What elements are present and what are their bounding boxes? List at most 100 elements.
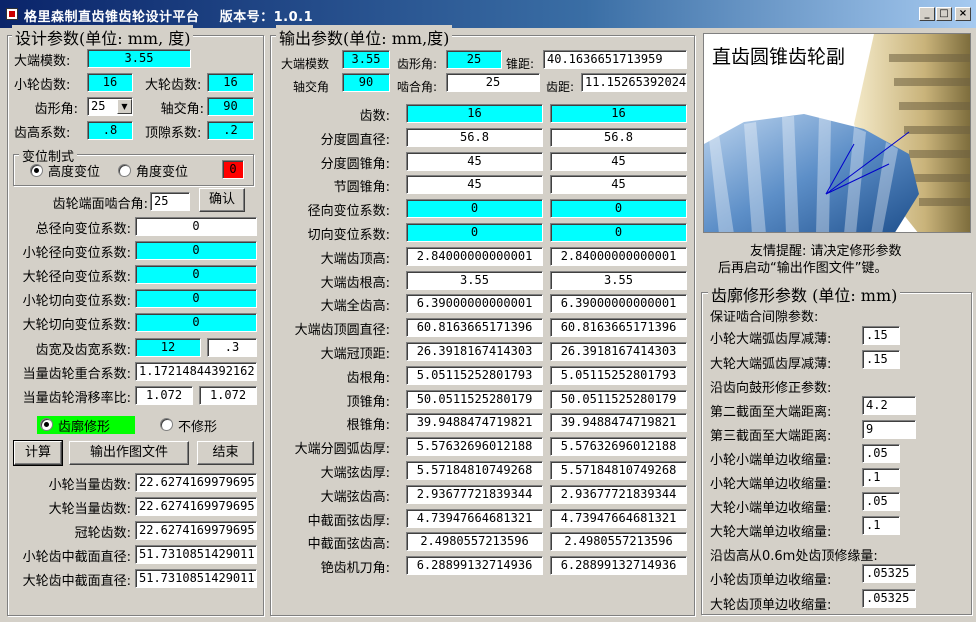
output-value-gear: 2.93677721839344 <box>550 484 687 504</box>
radio-no-modify[interactable] <box>160 418 173 431</box>
output-value-pinion: 45 <box>406 151 543 171</box>
output-value-gear: 0 <box>550 199 687 219</box>
output-value-gear: 60.8163665171396 <box>550 318 687 338</box>
radio-modify[interactable] <box>40 418 53 431</box>
out-module-value: 3.55 <box>342 50 390 69</box>
output-value-pinion: 5.57632696012188 <box>406 437 543 457</box>
main-window: 格里森制直齿锥齿轮设计平台 版本号：1.0.1 _ □ × 设计参数(单位: m… <box>0 0 976 622</box>
total-x-label: 总径向变位系数: <box>35 222 131 237</box>
confirm-button[interactable]: 确认 <box>199 188 245 212</box>
zv2-value: 22.6274169979695 <box>135 497 257 516</box>
slip-label: 当量齿轮滑移率比: <box>22 391 131 406</box>
r5-label: 小轮小端单边收缩量: <box>710 453 832 468</box>
total-x-input[interactable]: 0 <box>135 217 257 236</box>
output-value-pinion: 56.8 <box>406 127 543 147</box>
xt2-input[interactable]: 0 <box>135 313 257 332</box>
export-button[interactable]: 输出作图文件 <box>69 441 189 465</box>
hint-line2: 后再启动“输出作图文件”键。 <box>718 261 888 276</box>
section2-label: 沿齿向鼓形修正参数: <box>710 381 832 396</box>
d1m-value: 51.7310851429011 <box>135 545 257 564</box>
face-angle-input[interactable]: 25 <box>150 192 190 211</box>
output-row-label: 大端齿顶高: <box>320 251 390 267</box>
ha-input[interactable]: .8 <box>87 121 133 140</box>
sigma-input[interactable]: 90 <box>207 97 254 116</box>
out-sigma-value: 90 <box>342 73 390 92</box>
eps-label: 当量齿轮重合系数: <box>22 367 131 382</box>
output-row-label: 根锥角: <box>346 418 390 434</box>
width-coef-input[interactable]: .3 <box>207 338 257 357</box>
x2-input[interactable]: 0 <box>135 265 257 284</box>
eps-value: 1.17214844392162 <box>135 362 257 381</box>
output-value-gear: 56.8 <box>550 127 687 147</box>
d2m-value: 51.7310851429011 <box>135 569 257 588</box>
out-module-label: 大端模数 <box>281 57 330 71</box>
maximize-button[interactable]: □ <box>936 7 952 21</box>
r1-input[interactable]: .15 <box>862 326 900 345</box>
shift-radio-angle[interactable] <box>118 164 131 177</box>
r3-input[interactable]: 4.2 <box>862 396 916 415</box>
chevron-down-icon[interactable]: ▼ <box>117 99 132 114</box>
output-row-label: 铯齿机刀角: <box>320 561 390 577</box>
z2-input[interactable]: 16 <box>207 73 254 92</box>
output-params-title: 输出参数(单位: mm,度) <box>276 25 453 49</box>
app-icon <box>6 8 18 20</box>
output-row-label: 径向变位系数: <box>307 204 390 220</box>
out-pitch-value: 11.15265392024 <box>581 73 687 92</box>
out-alpha-value: 25 <box>446 50 502 69</box>
r9-input[interactable]: .05325 <box>862 564 916 583</box>
calculate-button[interactable]: 计算 <box>13 440 63 466</box>
d2m-label: 大轮齿中截面直径: <box>22 574 131 589</box>
width-label: 齿宽及齿宽系数: <box>35 343 131 358</box>
xt1-input[interactable]: 0 <box>135 289 257 308</box>
r8-input[interactable]: .1 <box>862 516 900 535</box>
output-value-gear: 39.9488474719821 <box>550 413 687 433</box>
output-value-gear: 2.84000000000001 <box>550 246 687 266</box>
output-value-gear: 4.73947664681321 <box>550 508 687 528</box>
r10-label: 大轮齿顶单边收缩量: <box>710 598 832 613</box>
r9-label: 小轮齿顶单边收缩量: <box>710 573 832 588</box>
output-row-label: 大端全齿高: <box>320 299 390 315</box>
z1-label: 小轮齿数: <box>14 78 71 93</box>
output-row-label: 齿数: <box>359 109 390 124</box>
xt1-label: 小轮切向变位系数: <box>22 294 131 309</box>
output-row-label: 分度圆直径: <box>320 132 390 148</box>
r10-input[interactable]: .05325 <box>862 589 916 608</box>
r4-input[interactable]: 9 <box>862 420 916 439</box>
output-value-pinion: 4.73947664681321 <box>406 508 543 528</box>
minimize-button[interactable]: _ <box>919 7 935 21</box>
output-value-pinion: 39.9488474719821 <box>406 413 543 433</box>
r5-input[interactable]: .05 <box>862 444 900 463</box>
crown-value: 22.6274169979695 <box>135 521 257 540</box>
r2-input[interactable]: .15 <box>862 350 900 369</box>
end-button[interactable]: 结束 <box>197 441 254 465</box>
module-input[interactable]: 3.55 <box>87 49 191 68</box>
r6-input[interactable]: .1 <box>862 468 900 487</box>
output-value-pinion: 2.84000000000001 <box>406 246 543 266</box>
r7-input[interactable]: .05 <box>862 492 900 511</box>
c-input[interactable]: .2 <box>207 121 254 140</box>
out-mesh-label: 啮合角: <box>397 80 438 94</box>
section3-label: 沿齿高从0.6m处齿顶修缘量: <box>710 549 878 564</box>
r4-label: 第三截面至大端距离: <box>710 429 832 444</box>
output-value-pinion: 3.55 <box>406 270 543 290</box>
output-value-pinion: 5.05115252801793 <box>406 365 543 385</box>
r1-label: 小轮大端弧齿厚减薄: <box>710 332 832 347</box>
z1-input[interactable]: 16 <box>87 73 133 92</box>
output-row-label: 分度圆锥角: <box>320 156 390 172</box>
output-value-gear: 0 <box>550 223 687 242</box>
output-value-gear: 50.0511525280179 <box>550 389 687 409</box>
out-mesh-value: 25 <box>446 73 540 92</box>
output-row-label: 大端齿根高: <box>320 275 390 291</box>
z2-label: 大轮齿数: <box>145 78 202 93</box>
ha-label: 齿高系数: <box>14 126 71 141</box>
close-button[interactable]: × <box>955 7 971 21</box>
zv1-label: 小轮当量齿数: <box>48 478 131 493</box>
width-input[interactable]: 12 <box>135 338 201 357</box>
d1m-label: 小轮齿中截面直径: <box>22 550 131 565</box>
output-value-gear: 5.57632696012188 <box>550 437 687 457</box>
output-row-label: 大端冠顶距: <box>320 347 390 362</box>
x1-input[interactable]: 0 <box>135 241 257 260</box>
gear-image-title: 直齿圆锥齿轮副 <box>712 46 846 68</box>
shift-radio-height[interactable] <box>30 164 43 177</box>
output-value-gear: 45 <box>550 175 687 195</box>
